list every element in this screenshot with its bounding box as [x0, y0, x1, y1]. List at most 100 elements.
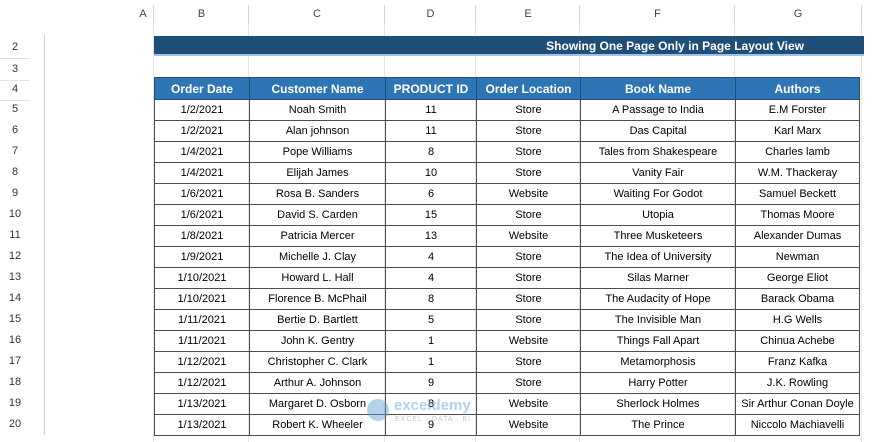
table-cell[interactable]: 1/11/2021	[154, 330, 250, 352]
table-cell[interactable]: Store	[476, 204, 581, 226]
table-cell[interactable]: 1/6/2021	[154, 183, 250, 205]
table-cell[interactable]: Store	[476, 141, 581, 163]
table-cell[interactable]: Sir Arthur Conan Doyle	[735, 393, 860, 415]
table-cell[interactable]: 10	[385, 162, 477, 184]
table-cell[interactable]: 11	[385, 99, 477, 121]
table-cell[interactable]: 11	[385, 120, 477, 142]
table-cell[interactable]: Rosa B. Sanders	[249, 183, 386, 205]
table-cell[interactable]: Store	[476, 288, 581, 310]
table-cell[interactable]: 1/11/2021	[154, 309, 250, 331]
table-cell[interactable]: Silas Marner	[580, 267, 736, 289]
column-header-c[interactable]: C	[249, 4, 385, 25]
column-header-cell[interactable]: Customer Name	[249, 77, 386, 100]
row-header-12[interactable]: 12	[0, 246, 30, 267]
table-cell[interactable]: 1/10/2021	[154, 288, 250, 310]
table-cell[interactable]: Pope Williams	[249, 141, 386, 163]
table-cell[interactable]: 5	[385, 309, 477, 331]
table-cell[interactable]: 8	[385, 288, 477, 310]
table-cell[interactable]: Store	[476, 372, 581, 394]
table-cell[interactable]: Elijah James	[249, 162, 386, 184]
table-cell[interactable]: Sherlock Holmes	[580, 393, 736, 415]
table-cell[interactable]: Noah Smith	[249, 99, 386, 121]
table-cell[interactable]: W.M. Thackeray	[735, 162, 860, 184]
row-header-10[interactable]: 10	[0, 204, 30, 225]
row-header-14[interactable]: 14	[0, 288, 30, 309]
row-header-4[interactable]: 4	[0, 79, 30, 100]
table-cell[interactable]: Website	[476, 225, 581, 247]
table-cell[interactable]: Vanity Fair	[580, 162, 736, 184]
table-cell[interactable]: 1/10/2021	[154, 267, 250, 289]
table-cell[interactable]: 8	[385, 141, 477, 163]
row-header-20[interactable]: 20	[0, 414, 30, 435]
row-header-19[interactable]: 19	[0, 393, 30, 414]
table-cell[interactable]: Store	[476, 99, 581, 121]
table-cell[interactable]: George Eliot	[735, 267, 860, 289]
table-cell[interactable]: 1/13/2021	[154, 393, 250, 415]
table-cell[interactable]: J.K. Rowling	[735, 372, 860, 394]
table-cell[interactable]: 1/12/2021	[154, 351, 250, 373]
row-header-6[interactable]: 6	[0, 120, 30, 141]
table-cell[interactable]: Michelle J. Clay	[249, 246, 386, 268]
table-cell[interactable]: Store	[476, 246, 581, 268]
table-cell[interactable]: Store	[476, 351, 581, 373]
table-cell[interactable]: Christopher C. Clark	[249, 351, 386, 373]
table-cell[interactable]: 4	[385, 267, 477, 289]
table-cell[interactable]: Patricia Mercer	[249, 225, 386, 247]
table-cell[interactable]: Niccolo Machiavelli	[735, 414, 860, 436]
table-cell[interactable]: Bertie D. Bartlett	[249, 309, 386, 331]
row-header-7[interactable]: 7	[0, 141, 30, 162]
row-header-2[interactable]: 2	[0, 37, 30, 58]
table-cell[interactable]: Alexander Dumas	[735, 225, 860, 247]
table-cell[interactable]: David S. Carden	[249, 204, 386, 226]
table-cell[interactable]: Robert K. Wheeler	[249, 414, 386, 436]
table-cell[interactable]: 1	[385, 330, 477, 352]
table-cell[interactable]: 1/8/2021	[154, 225, 250, 247]
table-cell[interactable]: 1/2/2021	[154, 99, 250, 121]
table-cell[interactable]: The Invisible Man	[580, 309, 736, 331]
table-cell[interactable]: The Audacity of Hope	[580, 288, 736, 310]
table-cell[interactable]: Chinua Achebe	[735, 330, 860, 352]
column-header-cell[interactable]: Order Location	[476, 77, 581, 100]
row-header-15[interactable]: 15	[0, 309, 30, 330]
table-cell[interactable]: Franz Kafka	[735, 351, 860, 373]
column-header-b[interactable]: B	[154, 4, 249, 25]
row-header-16[interactable]: 16	[0, 330, 30, 351]
table-cell[interactable]: Samuel Beckett	[735, 183, 860, 205]
column-header-cell[interactable]: PRODUCT ID	[385, 77, 477, 100]
title-banner[interactable]: Showing One Page Only in Page Layout Vie…	[154, 36, 864, 56]
table-cell[interactable]: Margaret D. Osborn	[249, 393, 386, 415]
table-cell[interactable]: Tales from Shakespeare	[580, 141, 736, 163]
table-cell[interactable]: Charles lamb	[735, 141, 860, 163]
table-cell[interactable]: E.M Forster	[735, 99, 860, 121]
row-header-9[interactable]: 9	[0, 183, 30, 204]
table-cell[interactable]: Florence B. McPhail	[249, 288, 386, 310]
table-cell[interactable]: Arthur A. Johnson	[249, 372, 386, 394]
column-header-cell[interactable]: Book Name	[580, 77, 736, 100]
row-header-11[interactable]: 11	[0, 225, 30, 246]
table-cell[interactable]: Website	[476, 183, 581, 205]
row-header-3[interactable]: 3	[0, 59, 30, 80]
column-header-g[interactable]: G	[735, 4, 861, 25]
table-cell[interactable]: Howard L. Hall	[249, 267, 386, 289]
row-header-18[interactable]: 18	[0, 372, 30, 393]
table-cell[interactable]: The Idea of University	[580, 246, 736, 268]
table-cell[interactable]: Store	[476, 267, 581, 289]
table-cell[interactable]: John K. Gentry	[249, 330, 386, 352]
row-header-8[interactable]: 8	[0, 162, 30, 183]
table-cell[interactable]: 4	[385, 246, 477, 268]
column-header-a[interactable]: A	[133, 4, 153, 25]
table-cell[interactable]: Three Musketeers	[580, 225, 736, 247]
table-cell[interactable]: 9	[385, 372, 477, 394]
table-cell[interactable]: 1/13/2021	[154, 414, 250, 436]
table-cell[interactable]: 1/12/2021	[154, 372, 250, 394]
row-header-5[interactable]: 5	[0, 99, 30, 120]
table-cell[interactable]: Store	[476, 309, 581, 331]
table-cell[interactable]: Karl Marx	[735, 120, 860, 142]
table-cell[interactable]: 15	[385, 204, 477, 226]
table-cell[interactable]: H.G Wells	[735, 309, 860, 331]
table-cell[interactable]: Store	[476, 162, 581, 184]
table-cell[interactable]: Harry Potter	[580, 372, 736, 394]
column-header-e[interactable]: E	[476, 4, 580, 25]
column-header-d[interactable]: D	[385, 4, 476, 25]
table-cell[interactable]: Things Fall Apart	[580, 330, 736, 352]
